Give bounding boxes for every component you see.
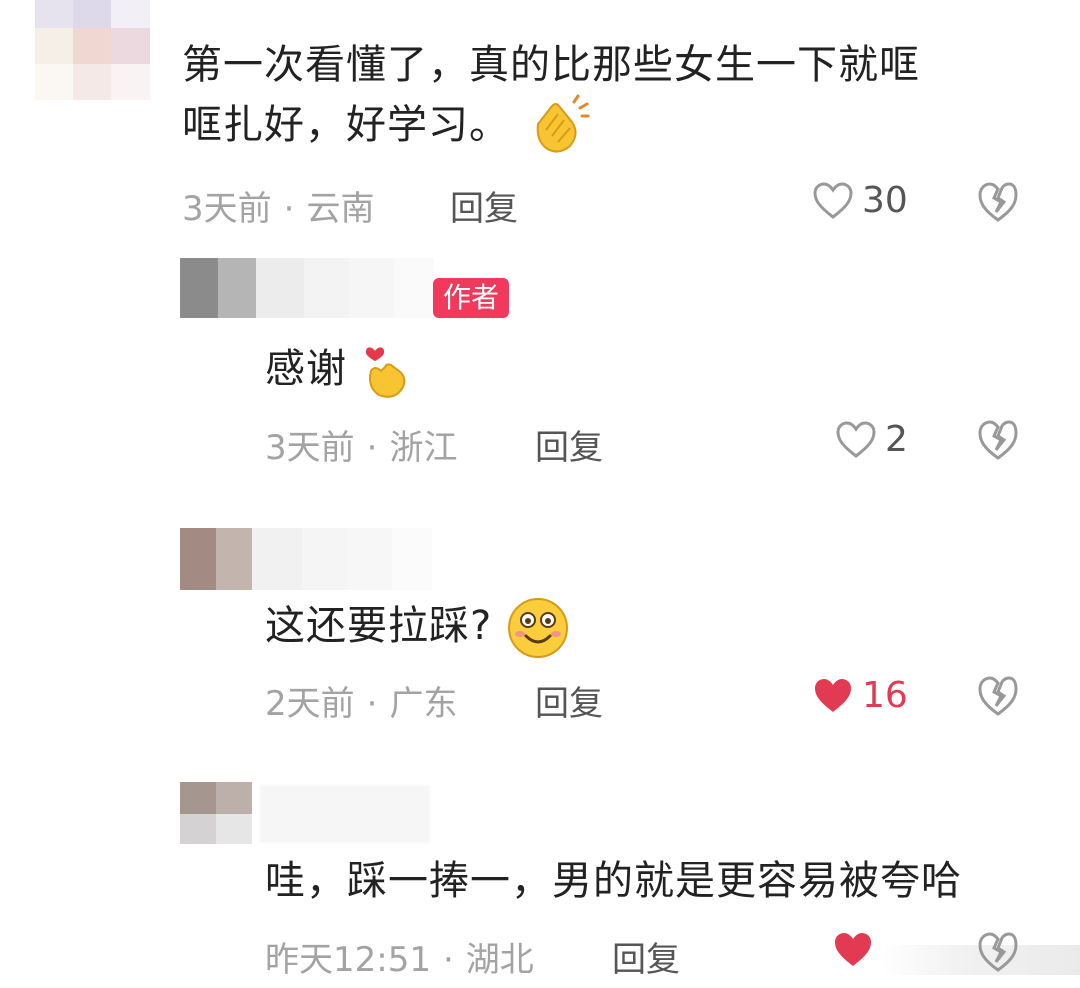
comment-meta: 2天前 · 广东 [265,684,458,724]
heart-outline-icon [813,181,853,219]
author-badge: 作者 [433,278,510,318]
like-button[interactable] [832,930,882,970]
heart-filled-icon [835,933,871,966]
comment-text: 感谢 [265,340,411,401]
comment-meta: 3天前 · 浙江 [265,428,458,468]
like-button[interactable]: 30 [812,180,908,221]
like-count: 30 [862,180,908,221]
comment-meta: 昨天12:51 · 湖北 [265,940,534,980]
smiling-face-icon [507,598,568,658]
finger-heart-icon [365,347,406,398]
like-count: 2 [885,419,908,460]
dislike-icon[interactable] [976,180,1020,224]
clapping-hands-icon [536,94,590,153]
like-button[interactable]: 16 [812,675,908,716]
comment-meta: 3天前 · 云南 [182,189,375,229]
reply-button[interactable]: 回复 [535,420,603,469]
username-placeholder [260,785,430,843]
avatar[interactable] [35,0,150,100]
dislike-icon[interactable] [976,418,1020,462]
reply-button[interactable]: 回复 [450,181,518,230]
dislike-icon[interactable] [976,674,1020,718]
reply-button[interactable]: 回复 [535,676,603,725]
avatar[interactable] [180,782,260,844]
dislike-icon[interactable] [976,930,1020,974]
avatar[interactable] [180,258,434,318]
like-count: 16 [862,675,908,716]
reply-button[interactable]: 回复 [612,932,680,981]
comment-text: 这还要拉踩? [265,596,570,660]
comment-text: 第一次看懂了，真的比那些女生一下就哐 哐扎好，好学习。 [182,36,920,160]
like-button[interactable]: 2 [835,419,908,460]
heart-outline-icon [836,420,876,458]
comment-text: 哇，踩一捧一，男的就是更容易被夸哈 [265,858,962,904]
heart-filled-icon [815,678,851,712]
avatar[interactable] [180,528,432,590]
